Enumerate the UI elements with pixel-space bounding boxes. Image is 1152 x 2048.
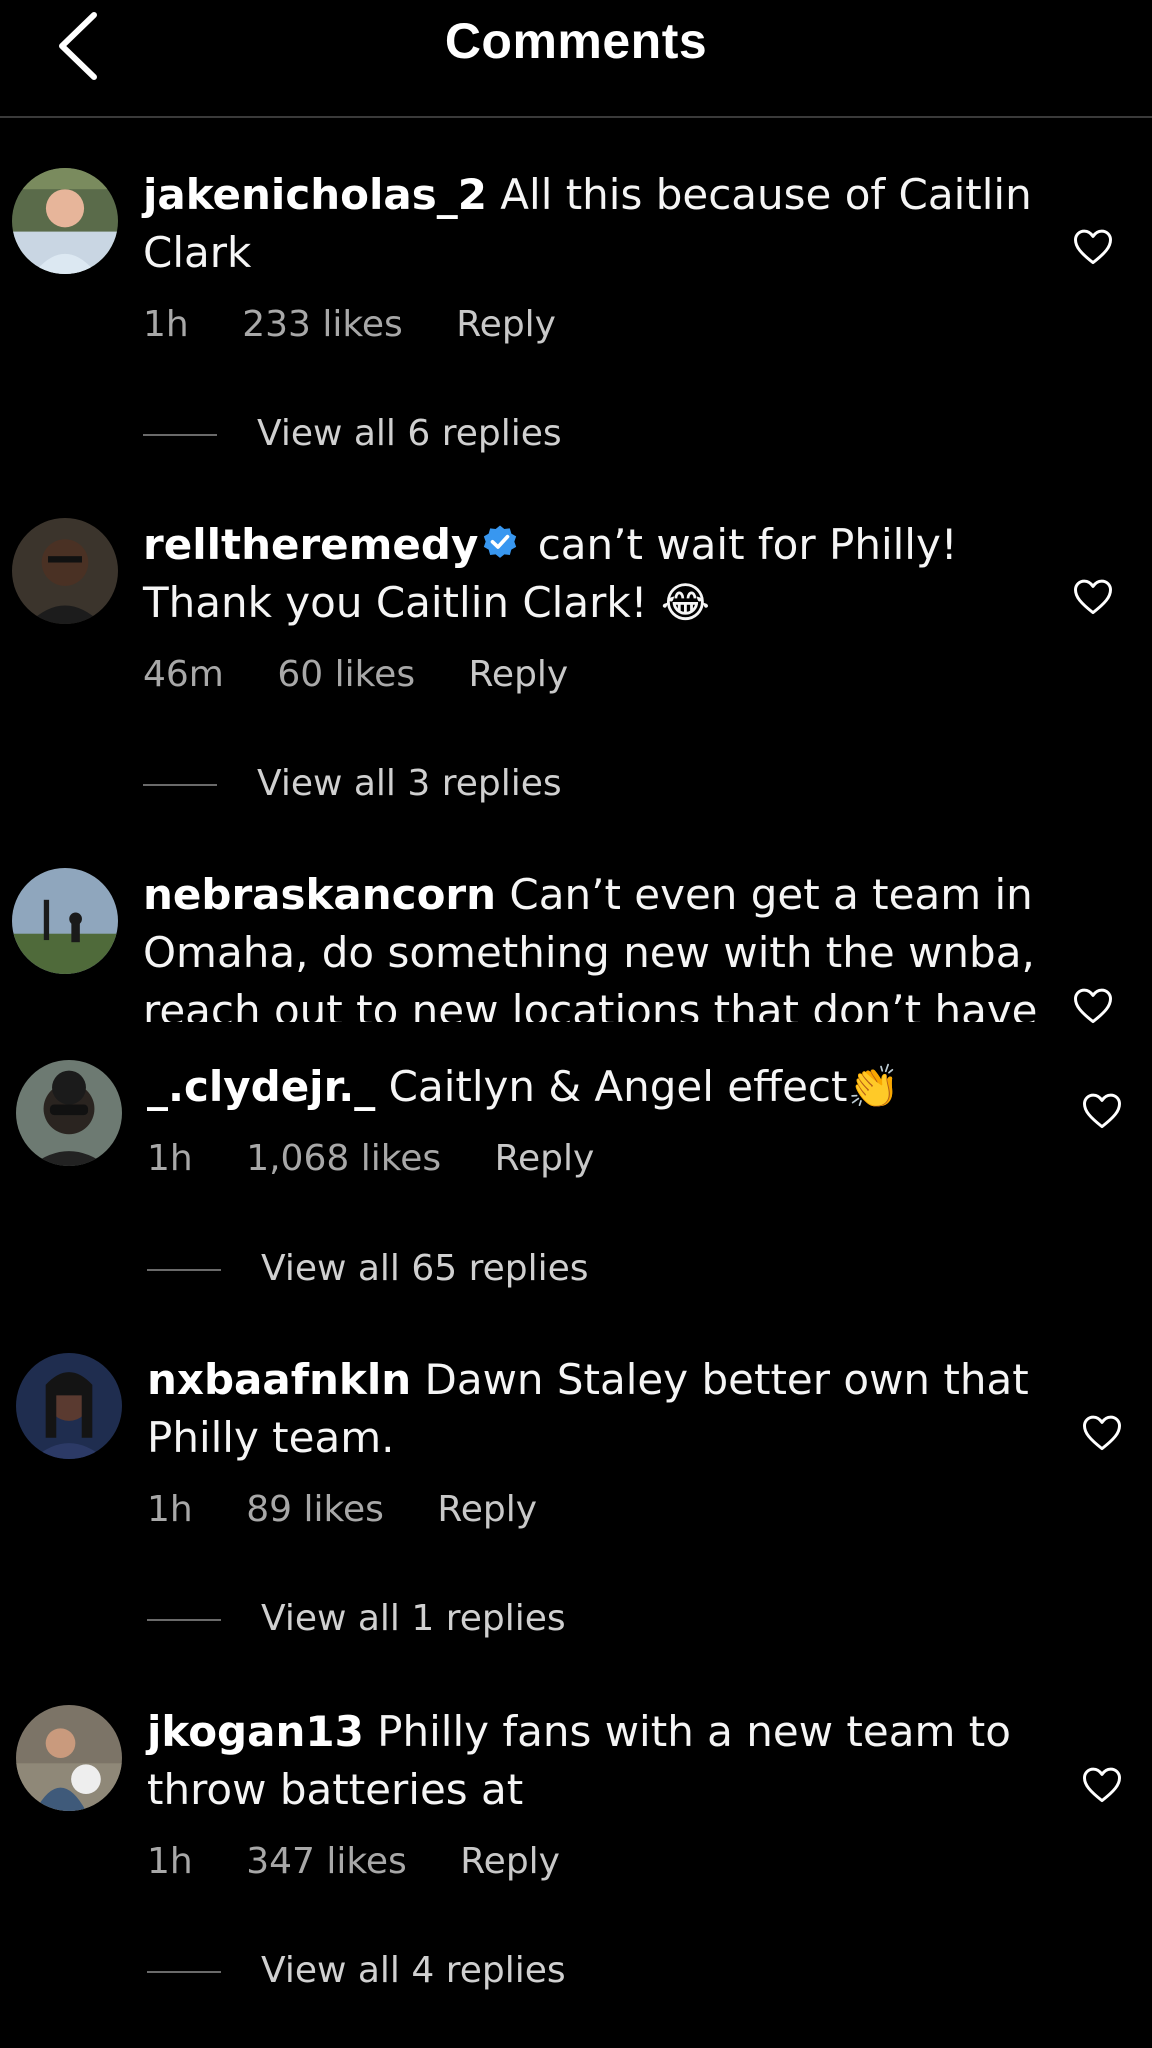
comment-time: 1h	[143, 304, 189, 345]
page-title: Comments	[444, 13, 708, 69]
comment-likes[interactable]: 1,068 likes	[246, 1138, 441, 1179]
reply-button[interactable]: Reply	[460, 1841, 560, 1882]
header: Comments	[0, 0, 1152, 118]
comment-username[interactable]: jakenicholas_2	[143, 170, 487, 219]
avatar[interactable]	[16, 1353, 122, 1459]
divider	[147, 1619, 221, 1621]
comment-username[interactable]: _.clydejr._	[147, 1062, 375, 1111]
heart-icon[interactable]	[1072, 226, 1114, 266]
comment-meta: 1h 1,068 likes Reply	[147, 1138, 636, 1179]
view-replies-label: View all 1 replies	[261, 1598, 566, 1639]
comment-likes[interactable]: 60 likes	[277, 654, 415, 695]
comment-text: jakenicholas_2 All this because of Caitl…	[143, 166, 1063, 282]
reply-button[interactable]: Reply	[456, 304, 556, 345]
comment-username[interactable]: jkogan13	[147, 1707, 364, 1756]
heart-icon[interactable]	[1072, 985, 1114, 1025]
avatar[interactable]	[16, 1705, 122, 1811]
view-replies-button[interactable]: View all 1 replies	[147, 1598, 566, 1639]
comment-likes[interactable]: 347 likes	[246, 1841, 407, 1882]
view-replies-button[interactable]: View all 3 replies	[143, 763, 562, 804]
comment-meta: 1h 347 likes Reply	[147, 1841, 602, 1882]
avatar[interactable]	[12, 168, 118, 274]
comment-meta: 1h 89 likes Reply	[147, 1489, 579, 1530]
avatar[interactable]	[16, 1060, 122, 1166]
comment-username[interactable]: nxbaafnkln	[147, 1355, 411, 1404]
view-replies-label: View all 6 replies	[257, 413, 562, 454]
view-replies-button[interactable]: View all 6 replies	[143, 413, 562, 454]
comment-meta: 1h 233 likes Reply	[143, 304, 598, 345]
verified-badge-icon	[484, 525, 517, 558]
comment-text: relltheremedy can’t wait for Philly! Tha…	[143, 516, 1063, 632]
view-replies-button[interactable]: View all 4 replies	[147, 1950, 566, 1991]
comment-body: Caitlyn & Angel effect👏	[388, 1062, 900, 1111]
view-replies-label: View all 65 replies	[261, 1248, 589, 1289]
comment-username[interactable]: nebraskancorn	[143, 870, 496, 919]
reply-button[interactable]: Reply	[495, 1138, 595, 1179]
reply-button[interactable]: Reply	[469, 654, 569, 695]
comment-likes[interactable]: 233 likes	[242, 304, 403, 345]
comment-text: nebraskancorn Can’t even get a team in O…	[143, 866, 1063, 1022]
view-replies-button[interactable]: View all 65 replies	[147, 1248, 589, 1289]
avatar[interactable]	[12, 868, 118, 974]
comment-time: 1h	[147, 1841, 193, 1882]
comment-text: _.clydejr._ Caitlyn & Angel effect👏	[147, 1058, 1067, 1116]
comment-meta: 46m 60 likes Reply	[143, 654, 610, 695]
divider	[143, 434, 217, 436]
heart-icon[interactable]	[1081, 1412, 1123, 1452]
comment-likes[interactable]: 89 likes	[246, 1489, 384, 1530]
heart-icon[interactable]	[1081, 1764, 1123, 1804]
comment-text: jkogan13 Philly fans with a new team to …	[147, 1703, 1067, 1819]
comment-time: 46m	[143, 654, 224, 695]
comment-username[interactable]: relltheremedy	[143, 520, 478, 569]
heart-icon[interactable]	[1081, 1090, 1123, 1130]
divider	[147, 1971, 221, 1973]
heart-icon[interactable]	[1072, 576, 1114, 616]
clipped-comment: nebraskancorn Can’t even get a team in O…	[143, 862, 1063, 1022]
view-replies-label: View all 3 replies	[257, 763, 562, 804]
divider	[147, 1269, 221, 1271]
reply-button[interactable]: Reply	[437, 1489, 537, 1530]
comment-time: 1h	[147, 1138, 193, 1179]
divider	[143, 784, 217, 786]
avatar[interactable]	[12, 518, 118, 624]
comment-text: nxbaafnkln Dawn Staley better own that P…	[147, 1351, 1067, 1467]
view-replies-label: View all 4 replies	[261, 1950, 566, 1991]
comment-time: 1h	[147, 1489, 193, 1530]
